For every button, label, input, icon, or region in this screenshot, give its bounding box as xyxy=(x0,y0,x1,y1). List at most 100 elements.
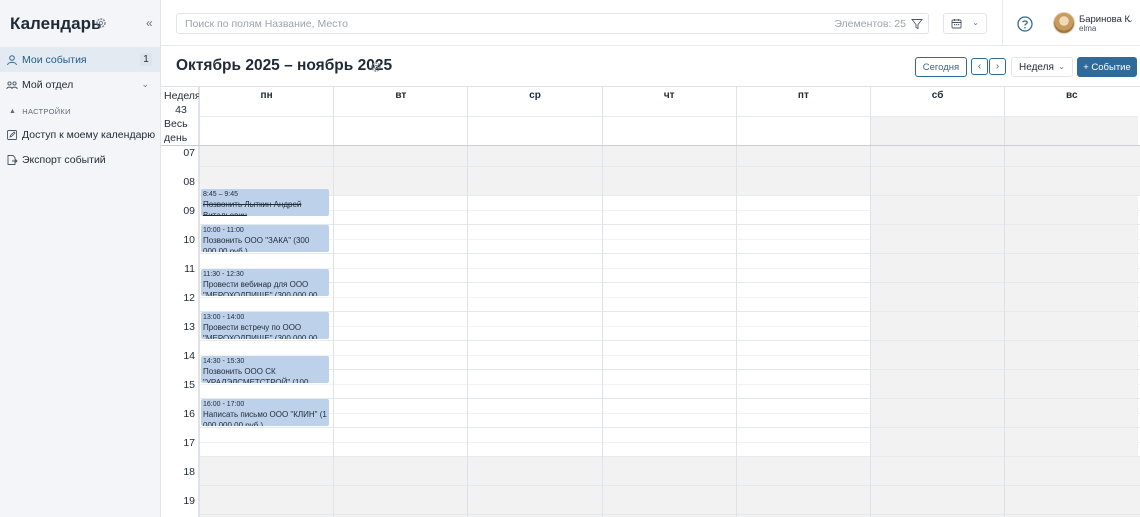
sidebar-item-label: Экспорт событий xyxy=(22,153,106,166)
next-week-button[interactable]: › xyxy=(989,58,1006,75)
allday-cell[interactable] xyxy=(199,116,334,145)
day-column[interactable] xyxy=(333,146,467,517)
allday-cell[interactable] xyxy=(1004,116,1139,145)
filter-icon[interactable] xyxy=(911,18,923,30)
event-title: Позвонить Лыткин Андрей Витальевич xyxy=(203,199,302,216)
time-column: 07 08 09 10 11 12 13 14 15 16 17 18 19 xyxy=(161,146,199,517)
avatar[interactable] xyxy=(1053,12,1075,34)
view-select-value: Неделя xyxy=(1019,62,1054,73)
allday-cell[interactable] xyxy=(735,116,870,145)
day-column[interactable] xyxy=(870,146,1004,517)
settings-section-label: НАСТРОЙКИ xyxy=(22,107,71,116)
hour-label: 08 xyxy=(183,176,195,188)
chevron-down-icon: ⌄ xyxy=(1058,62,1065,71)
sidebar-item-calendar-access[interactable]: Доступ к моему календарю xyxy=(0,122,160,147)
hour-label: 14 xyxy=(183,350,195,362)
edit-calendar-icon xyxy=(7,129,17,140)
gear-icon[interactable] xyxy=(95,17,107,29)
allday-cell[interactable] xyxy=(870,116,1005,145)
calendar-event[interactable]: 11:30 - 12:30 Провести вебинар для ООО "М… xyxy=(201,268,329,296)
hour-label: 11 xyxy=(184,263,195,275)
sidebar-item-export-events[interactable]: Экспорт событий xyxy=(0,147,160,172)
prev-week-button[interactable]: ‹ xyxy=(971,58,988,75)
event-title: Позвонить ООО "ЗАКА" (300 000,00 руб.) xyxy=(203,236,310,252)
hour-label: 19 xyxy=(183,495,195,507)
search-placeholder: Поиск по полям Название, Место xyxy=(185,18,348,30)
event-time: 11:30 - 12:30 xyxy=(203,270,244,278)
day-column[interactable] xyxy=(1004,146,1138,517)
week-body[interactable]: 8:45 – 9:45 Позвонить Лыткин Андрей Витал… xyxy=(199,146,1140,517)
export-icon xyxy=(7,154,18,165)
day-header[interactable]: ср xyxy=(467,87,601,116)
day-column[interactable] xyxy=(601,146,736,517)
top-bar: Поиск по полям Название, Место Элементов… xyxy=(161,0,1140,46)
day-header[interactable]: вс xyxy=(1004,87,1138,116)
sidebar-item-label: Мой отдел xyxy=(22,78,74,91)
day-header[interactable]: чт xyxy=(601,87,736,116)
calendar-grid: Неделя 43 Весь день пн вт ср чт пт сб вс 07 08 0… xyxy=(161,86,1140,517)
add-event-button[interactable]: + Событие xyxy=(1077,57,1137,77)
week-label: Неделя 43 xyxy=(164,89,201,117)
count-badge: 1 xyxy=(140,53,152,66)
hour-label: 07 xyxy=(183,147,195,159)
chevron-down-icon[interactable]: ⌄ xyxy=(141,79,149,90)
chevron-down-icon[interactable]: ⌄ xyxy=(1127,15,1134,24)
user-org: elma xyxy=(1079,24,1097,33)
week-number-cell: Неделя 43 Весь день xyxy=(161,87,201,145)
calendar-icon xyxy=(951,19,962,29)
event-time: 8:45 – 9:45 xyxy=(203,190,239,198)
allday-cell[interactable] xyxy=(333,116,468,145)
calendar-select[interactable]: ⌄ xyxy=(943,13,987,34)
event-time: 13:00 - 14:00 xyxy=(203,314,245,321)
collapse-sidebar-icon[interactable]: « xyxy=(146,17,153,29)
hour-label: 13 xyxy=(183,321,195,333)
calendar-event[interactable]: 8:45 – 9:45 Позвонить Лыткин Андрей Витал… xyxy=(201,188,329,216)
hour-label: 17 xyxy=(183,437,195,449)
calendar-event[interactable]: 13:00 - 14:00 Провести встречу по ООО "МЕ… xyxy=(201,312,329,339)
allday-cell[interactable] xyxy=(601,116,736,145)
view-select[interactable]: Неделя ⌄ xyxy=(1011,57,1073,77)
settings-section-toggle[interactable]: ▲ НАСТРОЙКИ xyxy=(9,107,71,116)
event-title: Провести вебинар для ООО "МЕРОХОДПИЩЕ" (… xyxy=(203,279,318,296)
elements-count: Элементов: 25 xyxy=(834,18,906,30)
chevron-down-icon: ⌄ xyxy=(972,18,979,27)
event-time: 14:30 - 15:30 xyxy=(203,357,245,365)
hour-label: 10 xyxy=(183,234,195,246)
sidebar-item-my-department[interactable]: Мой отдел ⌄ xyxy=(0,72,160,97)
search-input[interactable]: Поиск по полям Название, Место Элементов… xyxy=(176,13,929,34)
sidebar-item-my-events[interactable]: Мои события 1 xyxy=(0,47,160,72)
day-header[interactable]: сб xyxy=(870,87,1004,116)
event-title: Позвонить ООО СК "УРАЛЭЛСМЕТСТРОЙ" (100 … xyxy=(203,366,309,383)
page-title: Октябрь 2025 – ноябрь 2025 xyxy=(176,57,393,74)
day-column[interactable] xyxy=(467,146,601,517)
day-header[interactable]: пт xyxy=(735,87,870,116)
help-icon[interactable] xyxy=(1017,16,1033,32)
calendar-event[interactable]: 10:00 - 11:00 Позвонить ООО "ЗАКА" (300 0… xyxy=(201,225,329,252)
sidebar: Календарь « Мои события 1 Мой отдел ⌄ ▲ … xyxy=(0,0,161,517)
calendar-event[interactable]: 14:30 - 15:30 Позвонить ООО СК "УРАЛЭЛСМЕ… xyxy=(201,355,329,383)
event-time: 16:00 - 17:00 xyxy=(203,401,245,408)
calendar-event[interactable]: 16:00 - 17:00 Написать письмо ООО "КЛИН" … xyxy=(201,399,329,426)
divider xyxy=(1002,0,1003,46)
allday-label: Весь день xyxy=(164,118,188,144)
triangle-up-icon: ▲ xyxy=(9,108,17,115)
hour-label: 09 xyxy=(183,205,195,217)
event-title: Провести встречу по ООО "МЕРОХОДПИЩЕ" (3… xyxy=(203,323,318,339)
week-label-text: Неделя xyxy=(164,90,201,102)
allday-cell[interactable] xyxy=(467,116,602,145)
event-time: 10:00 - 11:00 xyxy=(203,227,244,234)
hour-label: 15 xyxy=(183,379,195,391)
sidebar-item-label: Доступ к моему календарю xyxy=(22,128,156,141)
hour-label: 18 xyxy=(183,466,195,478)
gear-icon[interactable] xyxy=(370,61,382,73)
day-column[interactable] xyxy=(735,146,870,517)
week-number: 43 xyxy=(175,104,187,116)
sidebar-item-label: Мои события xyxy=(22,53,87,66)
event-title: Написать письмо ООО "КЛИН" (1 000 000,00… xyxy=(203,410,327,426)
today-button[interactable]: Сегодня xyxy=(915,57,967,77)
user-icon xyxy=(7,54,17,65)
app-title: Календарь xyxy=(10,14,102,33)
hour-label: 16 xyxy=(183,408,195,420)
day-header[interactable]: вт xyxy=(333,87,467,116)
day-header[interactable]: пн xyxy=(199,87,333,116)
